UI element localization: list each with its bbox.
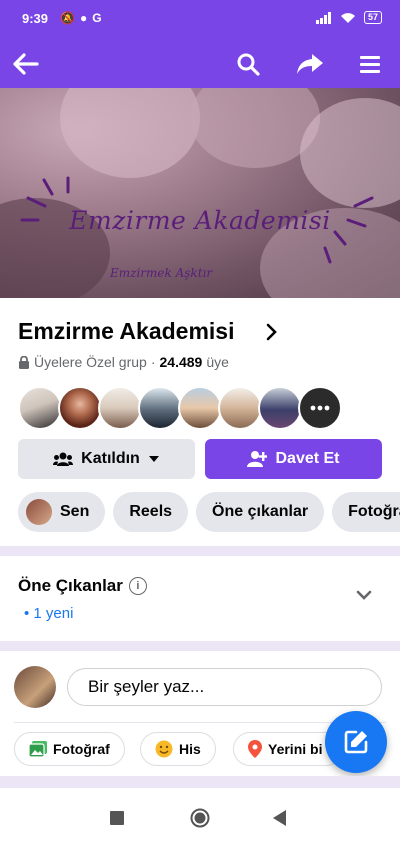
composer-placeholder: Bir şeyler yaz... xyxy=(88,677,205,696)
info-icon[interactable]: i xyxy=(128,577,147,595)
avatar[interactable] xyxy=(218,386,262,430)
avatar[interactable] xyxy=(258,386,302,430)
notification-icons: 🔕 ● G xyxy=(60,11,102,25)
arrow-left-icon xyxy=(13,53,39,75)
compose-post-button[interactable] xyxy=(325,711,387,773)
status-time: 9:39 xyxy=(22,11,49,26)
location-pin-icon xyxy=(248,740,262,758)
cover-title: Emzirme Akademisi xyxy=(69,206,331,235)
avatar[interactable] xyxy=(98,386,142,430)
invite-button[interactable]: Davet Et xyxy=(205,439,382,479)
more-members-button[interactable] xyxy=(298,386,342,430)
add-person-icon xyxy=(247,451,268,467)
signal-icon xyxy=(315,11,331,24)
more-dots-icon xyxy=(310,405,330,411)
messenger-icon: ● xyxy=(79,11,88,25)
avatar xyxy=(26,499,52,525)
tab-label: Öne çıkanlar xyxy=(212,503,309,520)
battery-icon: 57 xyxy=(363,11,382,24)
system-icons: 57 xyxy=(315,11,382,24)
google-icon: G xyxy=(92,11,102,25)
photo-label: Fotoğraf xyxy=(53,741,110,757)
home-icon[interactable] xyxy=(190,808,210,828)
avatar[interactable] xyxy=(138,386,182,430)
tab-highlights[interactable]: Öne çıkanlar xyxy=(196,492,325,532)
share-button[interactable] xyxy=(294,48,326,80)
group-cover-photo[interactable]: Emzirme Akademisi Emzirmek Aşktır xyxy=(0,88,400,298)
tab-you[interactable]: Sen xyxy=(18,492,106,532)
recents-icon[interactable] xyxy=(110,811,124,825)
tab-photos[interactable]: Fotoğrafla xyxy=(332,492,400,532)
joined-label: Katıldın xyxy=(81,450,140,467)
feeling-label: His xyxy=(179,741,201,757)
avatar[interactable] xyxy=(178,386,222,430)
section-divider xyxy=(0,776,400,788)
search-button[interactable] xyxy=(232,48,264,80)
highlights-new-count[interactable]: • 1 yeni xyxy=(24,605,73,622)
lock-icon xyxy=(19,355,29,369)
privacy-label: Üyelere Özel grup xyxy=(34,354,147,370)
joined-button[interactable]: Katıldın xyxy=(18,439,195,479)
menu-button[interactable] xyxy=(354,48,386,80)
member-suffix: üye xyxy=(206,354,229,370)
photo-button[interactable]: Fotoğraf xyxy=(14,732,125,766)
post-composer-input[interactable]: Bir şeyler yaz... xyxy=(67,668,382,706)
group-members-icon xyxy=(53,452,74,466)
tab-label: Reels xyxy=(129,503,173,520)
edit-pencil-icon xyxy=(344,730,368,754)
caret-down-icon xyxy=(148,456,159,462)
group-tabs: Sen Reels Öne çıkanlar Fotoğrafla xyxy=(18,492,400,532)
feeling-button[interactable]: His xyxy=(140,732,216,766)
chevron-down-icon[interactable] xyxy=(356,590,372,600)
share-icon xyxy=(297,54,323,74)
group-meta: Üyelere Özel grup · 24.489 üye xyxy=(18,354,229,370)
mute-icon: 🔕 xyxy=(60,11,75,25)
back-button[interactable] xyxy=(10,48,42,80)
avatar[interactable] xyxy=(14,666,56,708)
system-nav-bar xyxy=(0,794,400,844)
app-bar xyxy=(0,38,400,88)
group-name[interactable]: Emzirme Akademisi xyxy=(18,318,234,345)
location-label: Yerini bi xyxy=(268,741,323,757)
highlights-title-text: Öne Çıkanlar xyxy=(18,576,123,595)
cover-subtitle: Emzirmek Aşktır xyxy=(110,266,213,280)
highlights-title[interactable]: Öne Çıkanlar i xyxy=(18,576,147,596)
avatar[interactable] xyxy=(58,386,102,430)
tab-label: Fotoğrafla xyxy=(348,503,400,520)
tab-reels[interactable]: Reels xyxy=(113,492,189,532)
invite-label: Davet Et xyxy=(275,450,340,467)
meta-separator: · xyxy=(150,354,156,370)
avatar[interactable] xyxy=(18,386,62,430)
member-count[interactable]: 24.489 xyxy=(160,354,203,370)
hamburger-menu-icon xyxy=(360,56,380,73)
chevron-right-icon[interactable] xyxy=(266,322,278,342)
photo-icon xyxy=(29,741,47,757)
status-bar: 9:39 🔕 ● G 57 xyxy=(0,0,400,38)
section-divider xyxy=(0,546,400,556)
tab-label: Sen xyxy=(60,503,90,520)
member-avatars[interactable] xyxy=(18,386,342,432)
smiley-icon xyxy=(155,740,173,758)
back-nav-icon[interactable] xyxy=(273,810,287,826)
search-icon xyxy=(237,53,260,76)
wifi-icon xyxy=(340,12,355,23)
section-divider xyxy=(0,641,400,651)
